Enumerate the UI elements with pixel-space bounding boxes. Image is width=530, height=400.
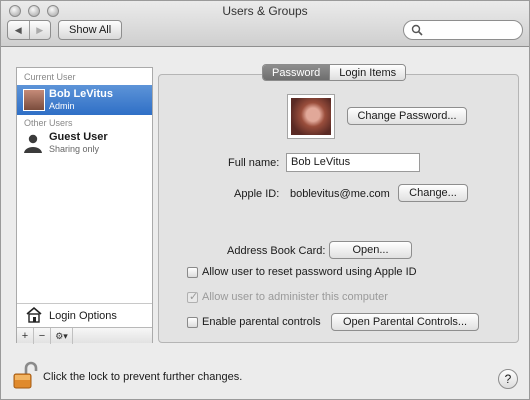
lock-status-text: Click the lock to prevent further change… bbox=[43, 371, 243, 383]
user-status: Sharing only bbox=[49, 144, 100, 154]
login-options-item[interactable]: Login Options bbox=[17, 303, 152, 327]
open-parental-controls-button[interactable]: Open Parental Controls... bbox=[331, 313, 479, 331]
allow-reset-checkbox[interactable] bbox=[187, 267, 198, 278]
open-address-book-button[interactable]: Open... bbox=[329, 241, 412, 259]
forward-button[interactable]: ▶ bbox=[28, 21, 51, 39]
allow-admin-label: Allow user to administer this computer bbox=[202, 291, 388, 303]
user-name: Guest User bbox=[49, 131, 108, 143]
change-password-button[interactable]: Change Password... bbox=[347, 107, 467, 125]
gear-menu-button[interactable]: ⚙▾ bbox=[51, 328, 73, 344]
user-row-guest-user[interactable]: Guest User Sharing only bbox=[17, 128, 152, 158]
other-users-header: Other Users bbox=[24, 118, 73, 128]
user-row-bob-levitus[interactable]: Bob LeVitus Admin bbox=[17, 85, 152, 115]
window-title: Users & Groups bbox=[222, 4, 308, 18]
full-name-label: Full name: bbox=[228, 157, 280, 169]
current-user-header: Current User bbox=[24, 72, 76, 82]
avatar bbox=[23, 89, 45, 111]
change-apple-id-button[interactable]: Change... bbox=[398, 184, 468, 202]
tab-password[interactable]: Password bbox=[263, 65, 330, 80]
users-groups-window: Users & Groups ◀ ▶ Show All Current User… bbox=[0, 0, 530, 400]
user-role: Admin bbox=[49, 101, 75, 111]
add-user-button[interactable]: + bbox=[17, 328, 34, 344]
apple-id-label: Apple ID: bbox=[234, 188, 280, 200]
house-icon bbox=[25, 306, 43, 326]
chevron-left-icon: ◀ bbox=[14, 24, 22, 35]
tab-bar: Password Login Items bbox=[262, 64, 407, 81]
user-photo-image bbox=[291, 98, 331, 135]
allow-admin-checkbox bbox=[187, 290, 198, 303]
show-all-button[interactable]: Show All bbox=[58, 20, 123, 40]
magnifier-icon bbox=[411, 24, 423, 39]
login-options-label: Login Options bbox=[49, 309, 117, 322]
tab-login-items[interactable]: Login Items bbox=[329, 65, 406, 80]
allow-reset-label: Allow user to reset password using Apple… bbox=[202, 266, 417, 278]
apple-id-value: boblevitus@me.com bbox=[290, 188, 390, 200]
users-sidebar: Current User Bob LeVitus Admin Other Use… bbox=[16, 67, 153, 344]
user-name: Bob LeVitus bbox=[49, 88, 113, 100]
parental-controls-label: Enable parental controls bbox=[202, 316, 321, 328]
toolbar: Users & Groups ◀ ▶ Show All bbox=[1, 1, 529, 47]
search-input[interactable] bbox=[403, 20, 523, 40]
parental-controls-checkbox[interactable] bbox=[187, 317, 198, 328]
help-button[interactable]: ? bbox=[498, 369, 518, 389]
sidebar-action-bar: + − ⚙▾ bbox=[17, 327, 152, 344]
address-book-label: Address Book Card: bbox=[227, 245, 326, 257]
full-name-field[interactable]: Bob LeVitus bbox=[286, 153, 420, 172]
remove-user-button[interactable]: − bbox=[34, 328, 51, 344]
user-photo[interactable] bbox=[287, 94, 335, 139]
chevron-right-icon: ▶ bbox=[36, 24, 44, 35]
guest-user-icon bbox=[23, 133, 43, 156]
unlocked-padlock-icon[interactable] bbox=[12, 361, 38, 394]
back-button[interactable]: ◀ bbox=[8, 21, 29, 39]
back-forward-control: ◀ ▶ bbox=[7, 20, 51, 40]
